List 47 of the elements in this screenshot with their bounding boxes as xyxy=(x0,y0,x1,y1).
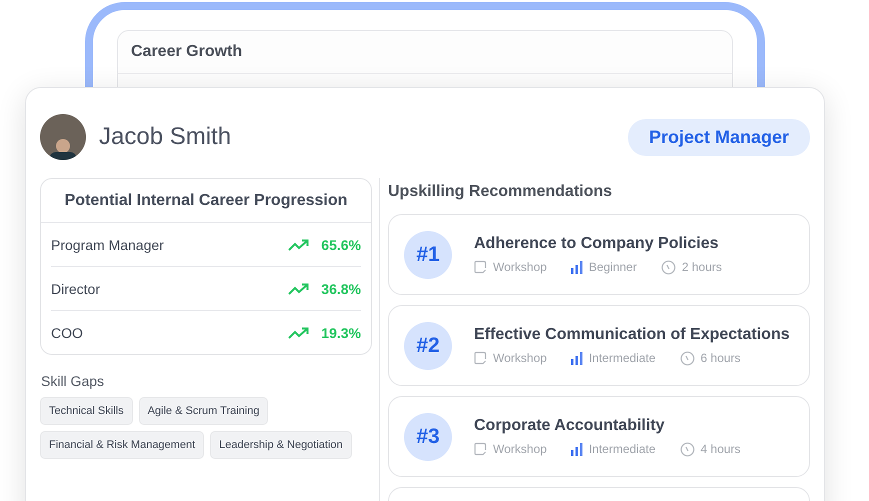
skill-tag: Technical Skills xyxy=(40,397,133,425)
course-duration: 2 hours xyxy=(682,260,722,274)
clock-icon xyxy=(680,350,695,366)
skill-gaps-title: Skill Gaps xyxy=(41,373,106,389)
role-badge: Project Manager xyxy=(628,118,810,156)
skill-tag: Financial & Risk Management xyxy=(40,431,204,459)
course-title: Corporate Accountability xyxy=(474,416,666,434)
trend-up-icon xyxy=(288,238,310,250)
match-percent: 19.3% xyxy=(321,324,361,340)
rank-badge: #1 xyxy=(404,230,452,278)
clock-icon xyxy=(680,442,695,456)
course-duration: 6 hours xyxy=(700,351,741,365)
course-level: Intermediate xyxy=(588,442,656,456)
skill-tag: Leadership & Negotiation xyxy=(210,431,352,459)
role-name: Program Manager xyxy=(51,236,165,252)
course-format: Workshop xyxy=(493,442,547,456)
document-icon xyxy=(474,442,487,456)
course-level: Beginner xyxy=(588,260,637,274)
trend-up-icon xyxy=(288,326,310,338)
course-title: Adherence to Company Policies xyxy=(474,234,720,252)
trend-up-icon xyxy=(288,282,310,294)
bar-chart-icon xyxy=(570,442,583,456)
match-percent: 36.8% xyxy=(321,280,361,296)
course-format: Workshop xyxy=(493,260,547,274)
avatar xyxy=(40,114,86,160)
bar-chart-icon xyxy=(570,352,583,364)
rank-badge: #2 xyxy=(404,322,452,370)
recommendation-card[interactable]: #2 Effective Communication of Expectations Workshop Intermediate 6 hours xyxy=(388,305,810,386)
recommendations-title: Upskilling Recommendations xyxy=(388,183,614,201)
role-name: Director xyxy=(51,280,102,296)
panel-title: Career Growth xyxy=(118,31,732,74)
skill-tag: Agile & Scrum Training xyxy=(138,397,268,425)
profile-name: Jacob Smith xyxy=(99,123,232,151)
role-name: COO xyxy=(51,324,84,340)
rank-badge: #3 xyxy=(404,412,452,460)
recommendation-card[interactable]: #1 Adherence to Company Policies Workshop Beginner 2 hours xyxy=(388,214,810,295)
clock-icon xyxy=(660,260,676,274)
progression-title: Potential Internal Career Progression xyxy=(41,179,371,223)
course-format: Workshop xyxy=(493,351,547,365)
document-icon xyxy=(474,260,487,274)
recommendation-card[interactable]: #3 Corporate Accountability Workshop Intermediate 4 hours xyxy=(388,396,810,477)
match-percent: 65.6% xyxy=(321,236,361,252)
course-level: Intermediate xyxy=(588,351,656,365)
course-duration: 4 hours xyxy=(700,442,741,456)
course-title: Effective Communication of Expectations xyxy=(474,326,790,344)
bar-chart-icon xyxy=(570,260,583,274)
document-icon xyxy=(474,351,487,365)
